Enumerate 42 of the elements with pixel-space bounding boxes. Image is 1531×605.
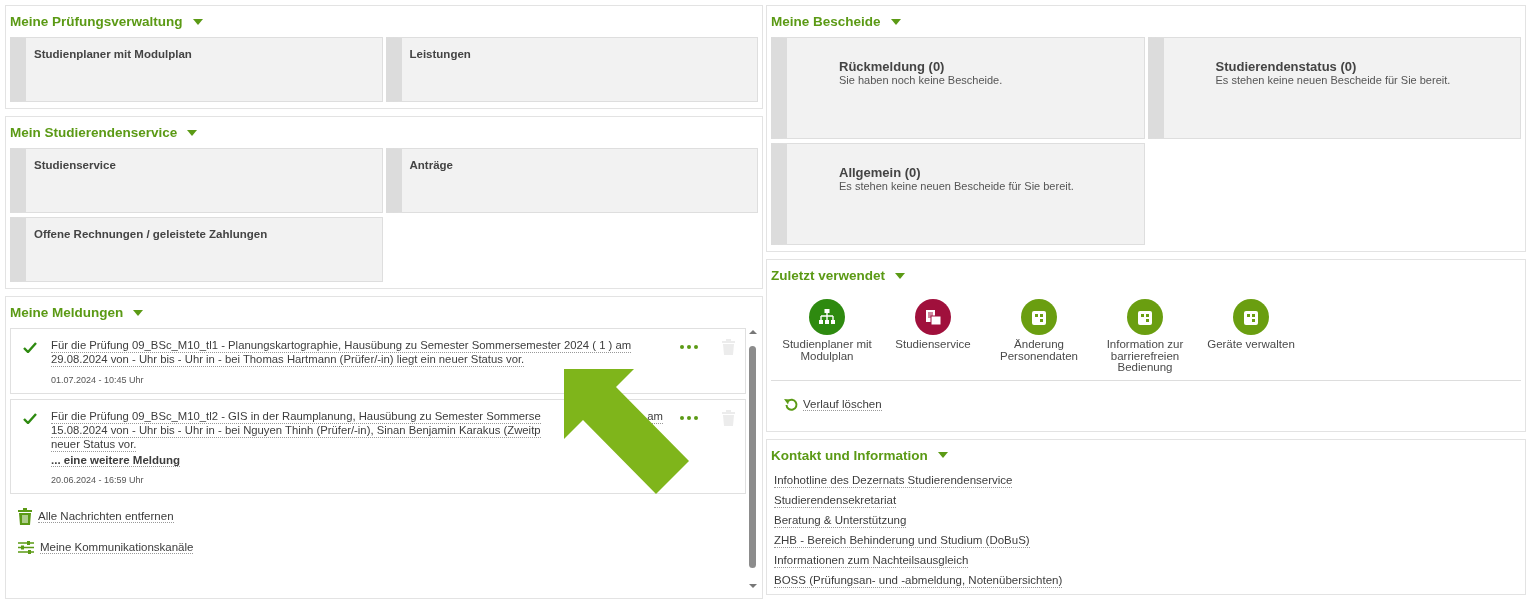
message-link[interactable]: 29.08.2024 von - Uhr bis - Uhr in - bei Thomas Hartmann (Prüfer/-in) liegt ein neuer Status vor. (51, 353, 525, 367)
shortcut[interactable]: Änderung Personendaten (989, 299, 1089, 374)
section-title: Mein Studierendenservice (10, 125, 178, 140)
notice-text: Es stehen keine neuen Bescheide für Sie bereit. (839, 180, 1075, 192)
notice-tile[interactable]: Rückmeldung (0) Sie haben noch keine Bescheide. (771, 37, 1145, 139)
tile[interactable]: Leistungen (385, 37, 758, 102)
tile[interactable]: Offene Rechnungen / geleistete Zahlungen (10, 217, 383, 282)
section-title: Zuletzt verwendet (771, 268, 886, 283)
message-link[interactable]: 15.08.2024 von - Uhr bis - Uhr in - bei Nguyen Thinh (Prüfer/-in), Sinan Benjamin Karakus (Zweitp (51, 424, 541, 438)
info-link[interactable]: BOSS (Prüfungsan- und -abmeldung, Notenübersichten) (774, 572, 1063, 588)
section-title: Meine Prüfungsverwaltung (10, 14, 183, 29)
info-link[interactable]: Studierendensekretariat (774, 492, 897, 508)
tile[interactable]: Studienservice (10, 148, 383, 213)
notice-title: Allgemein (0) (839, 166, 922, 180)
action-link[interactable]: Meine Kommunikationskanäle (40, 541, 194, 554)
notice-tile[interactable]: Allgemein (0) Es stehen keine neuen Bescheide für Sie bereit. (771, 143, 1145, 245)
shortcut[interactable]: Information zur barrierefreien Bedienung (1095, 299, 1195, 374)
action-link[interactable]: Alle Nachrichten entfernen (38, 510, 174, 523)
info-link[interactable]: Informationen zum Nachteilsausgleich (774, 552, 969, 568)
shortcut[interactable]: Geräte verwalten (1201, 299, 1301, 374)
tile[interactable]: Anträge (385, 148, 758, 213)
info-link[interactable]: ZHB - Bereich Behinderung und Studium (DoBuS) (774, 532, 1030, 548)
notice-title: Studierendenstatus (0) (1215, 60, 1358, 74)
notice-tile[interactable]: Studierendenstatus (0) Es stehen keine neuen Bescheide für Sie bereit. (1147, 37, 1521, 139)
message-date: 20.06.2024 - 16:59 Uhr (51, 475, 145, 485)
message-link[interactable]: neuer Status vor. (51, 438, 137, 452)
more-link[interactable]: ... eine weitere Meldung (51, 454, 181, 467)
info-link[interactable]: Beratung & Unterstützung (774, 512, 907, 528)
shortcut[interactable]: Studienplaner mit Modulplan (777, 299, 877, 374)
info-link[interactable]: Infohotline des Dezernats Studierendenservice (774, 472, 1013, 488)
section-title: Meine Bescheide (771, 14, 881, 29)
notice-text: Sie haben noch keine Bescheide. (839, 74, 1004, 86)
shortcut[interactable]: Studienservice (883, 299, 983, 374)
message-date: 01.07.2024 - 10:45 Uhr (51, 375, 145, 385)
message-link[interactable]: Für die Prüfung 09_BSc_M10_tl1 - Planungskartographie, Hausübung zu Semester Sommersemester 2024 ( 1 ) am (51, 339, 632, 353)
section-title: Kontakt und Information (771, 447, 928, 463)
section-title: Meine Meldungen (10, 305, 124, 320)
clear-history-link[interactable]: Verlauf löschen (803, 398, 882, 411)
tile[interactable]: Studienplaner mit Modulplan (10, 37, 383, 102)
message-link[interactable]: Für die Prüfung 09_BSc_M10_tl2 - GIS in der Raumplanung, Hausübung zu Semester Sommerse (51, 410, 541, 424)
notice-title: Rückmeldung (0) (839, 60, 946, 74)
notice-text: Es stehen keine neuen Bescheide für Sie bereit. (1215, 74, 1452, 86)
